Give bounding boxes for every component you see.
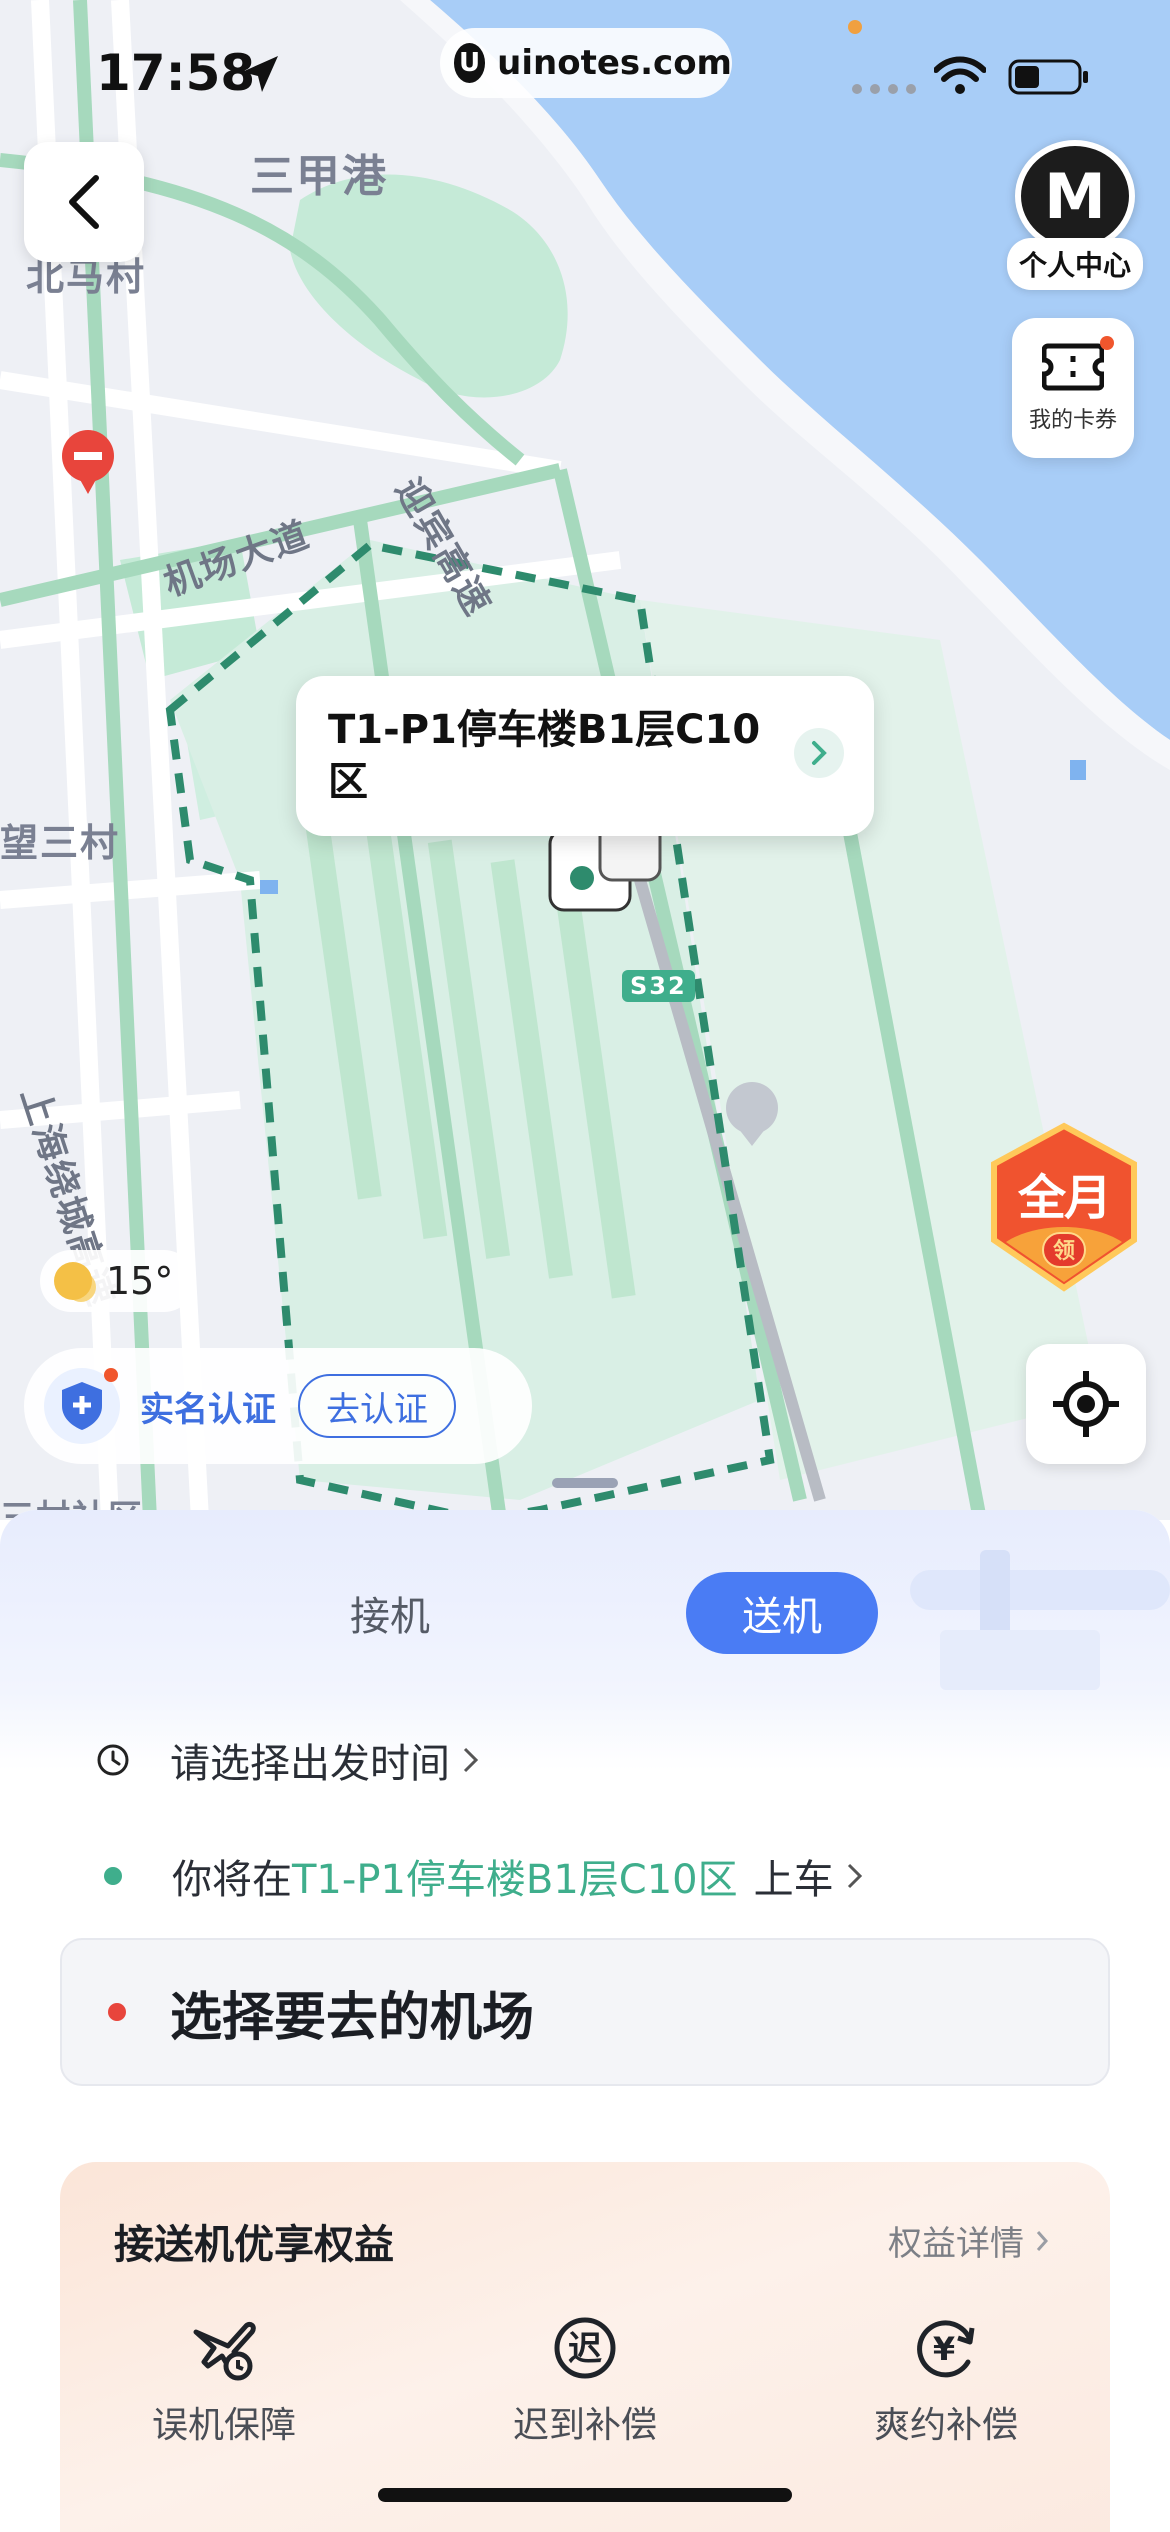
map-label-wangsan: 望三村 bbox=[0, 821, 121, 865]
status-time: 17:58 bbox=[96, 44, 256, 102]
pickup-point-text: T1-P1停车楼B1层C10区 bbox=[328, 707, 761, 805]
url-text: uinotes.com bbox=[497, 43, 732, 83]
location-arrow-icon bbox=[242, 56, 278, 92]
benefits-details-link[interactable]: 权益详情 bbox=[888, 2216, 1050, 2265]
battery-icon bbox=[1008, 59, 1088, 95]
chevron-right-icon bbox=[463, 1747, 479, 1773]
locate-me-button[interactable] bbox=[1026, 1344, 1146, 1464]
board-location: T1-P1停车楼B1层C10区 bbox=[292, 1857, 738, 1903]
personal-center-label: 个人中心 bbox=[1006, 238, 1143, 290]
notification-dot bbox=[1100, 336, 1114, 350]
back-button[interactable] bbox=[24, 142, 144, 262]
departure-time-row[interactable]: 请选择出发时间 bbox=[0, 1724, 1170, 1796]
home-indicator[interactable] bbox=[378, 2488, 792, 2502]
promo-sub: 领 bbox=[1042, 1232, 1086, 1268]
boarding-location-row[interactable]: 你将在 T1-P1停车楼B1层C10区 上车 bbox=[0, 1840, 1170, 1912]
weather-temperature: 15° bbox=[106, 1259, 174, 1303]
verify-button[interactable]: 去认证 bbox=[298, 1374, 456, 1438]
shield-icon bbox=[44, 1368, 120, 1444]
tab-dropoff[interactable]: 送机 bbox=[686, 1572, 878, 1654]
map-label-sanjiagang: 三甲港 bbox=[250, 151, 388, 202]
url-pill: U uinotes.com bbox=[440, 28, 732, 98]
board-suffix: 上车 bbox=[753, 1857, 834, 1903]
m-logo-icon: M bbox=[1015, 140, 1135, 252]
late-compensation-icon: 迟 bbox=[554, 2317, 616, 2379]
personal-center-button[interactable]: M 个人中心 bbox=[1000, 140, 1150, 290]
my-coupons-button[interactable]: 我的卡券 bbox=[1012, 318, 1134, 458]
origin-dot bbox=[104, 1867, 122, 1885]
tab-pickup[interactable]: 接机 bbox=[300, 1572, 480, 1654]
coupon-icon bbox=[1042, 343, 1104, 391]
benefits-title: 接送机优享权益 bbox=[114, 2222, 394, 2268]
benefit-late-compensation[interactable]: 迟 迟到补偿 bbox=[465, 2312, 705, 2448]
chevron-right-icon bbox=[794, 728, 844, 778]
clock-icon bbox=[97, 1744, 129, 1776]
benefits-card: 接送机优享权益 权益详情 误机保障 迟 迟到补偿 ¥ 爽约补偿 bbox=[60, 2162, 1110, 2532]
svg-text:¥: ¥ bbox=[933, 2330, 955, 2368]
sheet-drag-handle[interactable] bbox=[552, 1478, 618, 1488]
svg-text:迟: 迟 bbox=[568, 2329, 602, 2369]
destination-dot bbox=[108, 2003, 126, 2021]
cellular-signal-icon bbox=[852, 84, 916, 94]
benefit-label: 爽约补偿 bbox=[873, 2405, 1018, 2446]
no-show-compensation-icon: ¥ bbox=[917, 2320, 975, 2378]
map-view[interactable]: 三甲港 北马村 机场大道 迎宾高速 望三村 上海绕城高速 S32 三村社区 17… bbox=[0, 0, 1170, 1520]
departure-time-text: 请选择出发时间 bbox=[170, 1741, 450, 1787]
destination-placeholder: 选择要去的机场 bbox=[170, 1987, 535, 2048]
benefits-details-label: 权益详情 bbox=[888, 2224, 1024, 2264]
benefit-label: 迟到补偿 bbox=[512, 2405, 657, 2446]
partly-sunny-icon bbox=[54, 1262, 92, 1300]
chevron-right-icon bbox=[847, 1863, 862, 1889]
uinotes-logo-icon: U bbox=[454, 43, 486, 83]
pickup-point-card[interactable]: T1-P1停车楼B1层C10区 bbox=[296, 676, 874, 836]
chevron-left-icon bbox=[69, 175, 99, 229]
benefit-label: 误机保障 bbox=[151, 2405, 296, 2446]
chevron-right-icon bbox=[1036, 2230, 1049, 2251]
weather-chip: 15° bbox=[40, 1250, 196, 1312]
promo-badge[interactable]: 全月 领 bbox=[986, 1122, 1142, 1292]
benefit-no-show-compensation[interactable]: ¥ 爽约补偿 bbox=[826, 2312, 1066, 2448]
bottom-sheet: 接机 送机 请选择出发时间 你将在 T1-P1停车楼B1层C10区 上车 选择要… bbox=[0, 1510, 1170, 2532]
promo-text: 全月 bbox=[1017, 1170, 1112, 1226]
airplane-illustration bbox=[910, 1550, 1170, 1690]
board-prefix: 你将在 bbox=[172, 1857, 292, 1903]
benefit-missed-flight[interactable]: 误机保障 bbox=[104, 2312, 344, 2448]
flight-delay-icon bbox=[193, 2321, 256, 2381]
crosshair-icon bbox=[1053, 1371, 1119, 1437]
verify-label: 实名认证 bbox=[140, 1389, 276, 1430]
recording-indicator bbox=[848, 20, 862, 34]
wifi-icon bbox=[934, 56, 986, 94]
destination-input[interactable]: 选择要去的机场 bbox=[60, 1938, 1110, 2086]
my-coupons-label: 我的卡券 bbox=[1028, 408, 1117, 433]
real-name-verify-bar[interactable]: 实名认证 去认证 bbox=[24, 1348, 532, 1464]
map-label-s32: S32 bbox=[622, 970, 695, 1002]
